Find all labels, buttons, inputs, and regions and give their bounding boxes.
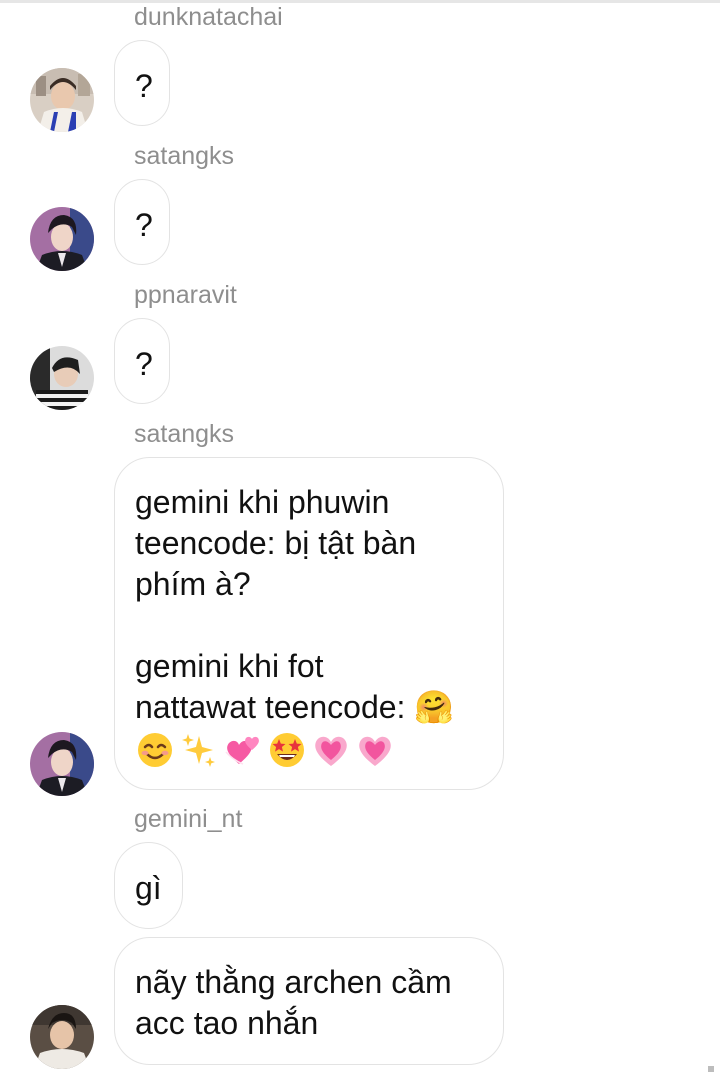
sender-name: dunknatachai	[134, 3, 283, 31]
two-hearts-icon	[225, 736, 259, 765]
avatar[interactable]	[30, 732, 94, 796]
avatar[interactable]	[30, 1005, 94, 1069]
message-text: ?	[135, 346, 153, 382]
message-text: gì	[135, 870, 162, 906]
message-text: gemini khi phuwin teencode: bị tật bàn p…	[135, 484, 455, 725]
message-text: ?	[135, 207, 153, 243]
top-divider	[0, 0, 720, 3]
avatar[interactable]	[30, 207, 94, 271]
sender-name: gemini_nt	[134, 805, 243, 833]
sparkles-icon	[182, 734, 215, 767]
message-bubble[interactable]: ?	[114, 40, 170, 126]
scroll-indicator	[708, 1066, 714, 1072]
star-struck-icon	[270, 733, 304, 767]
message-bubble[interactable]: ?	[114, 318, 170, 404]
growing-heart-icon	[359, 736, 391, 766]
sender-name: satangks	[134, 142, 235, 170]
growing-heart-icon	[315, 736, 347, 766]
message-bubble[interactable]: gemini khi phuwin teencode: bị tật bàn p…	[114, 457, 504, 790]
message-bubble[interactable]: gì	[114, 842, 183, 929]
message-bubble[interactable]: ?	[114, 179, 170, 265]
message-text: ?	[135, 68, 153, 104]
emoji-row	[135, 730, 485, 770]
message-bubble[interactable]: nãy thằng archen cầm acc tao nhắn	[114, 937, 504, 1065]
sender-name: satangks	[134, 420, 235, 448]
sender-name: ppnaravit	[134, 281, 237, 309]
message-text: nãy thằng archen cầm acc tao nhắn	[135, 964, 452, 1041]
avatar[interactable]	[30, 68, 94, 132]
smiling-face-icon	[138, 733, 172, 767]
avatar[interactable]	[30, 346, 94, 410]
